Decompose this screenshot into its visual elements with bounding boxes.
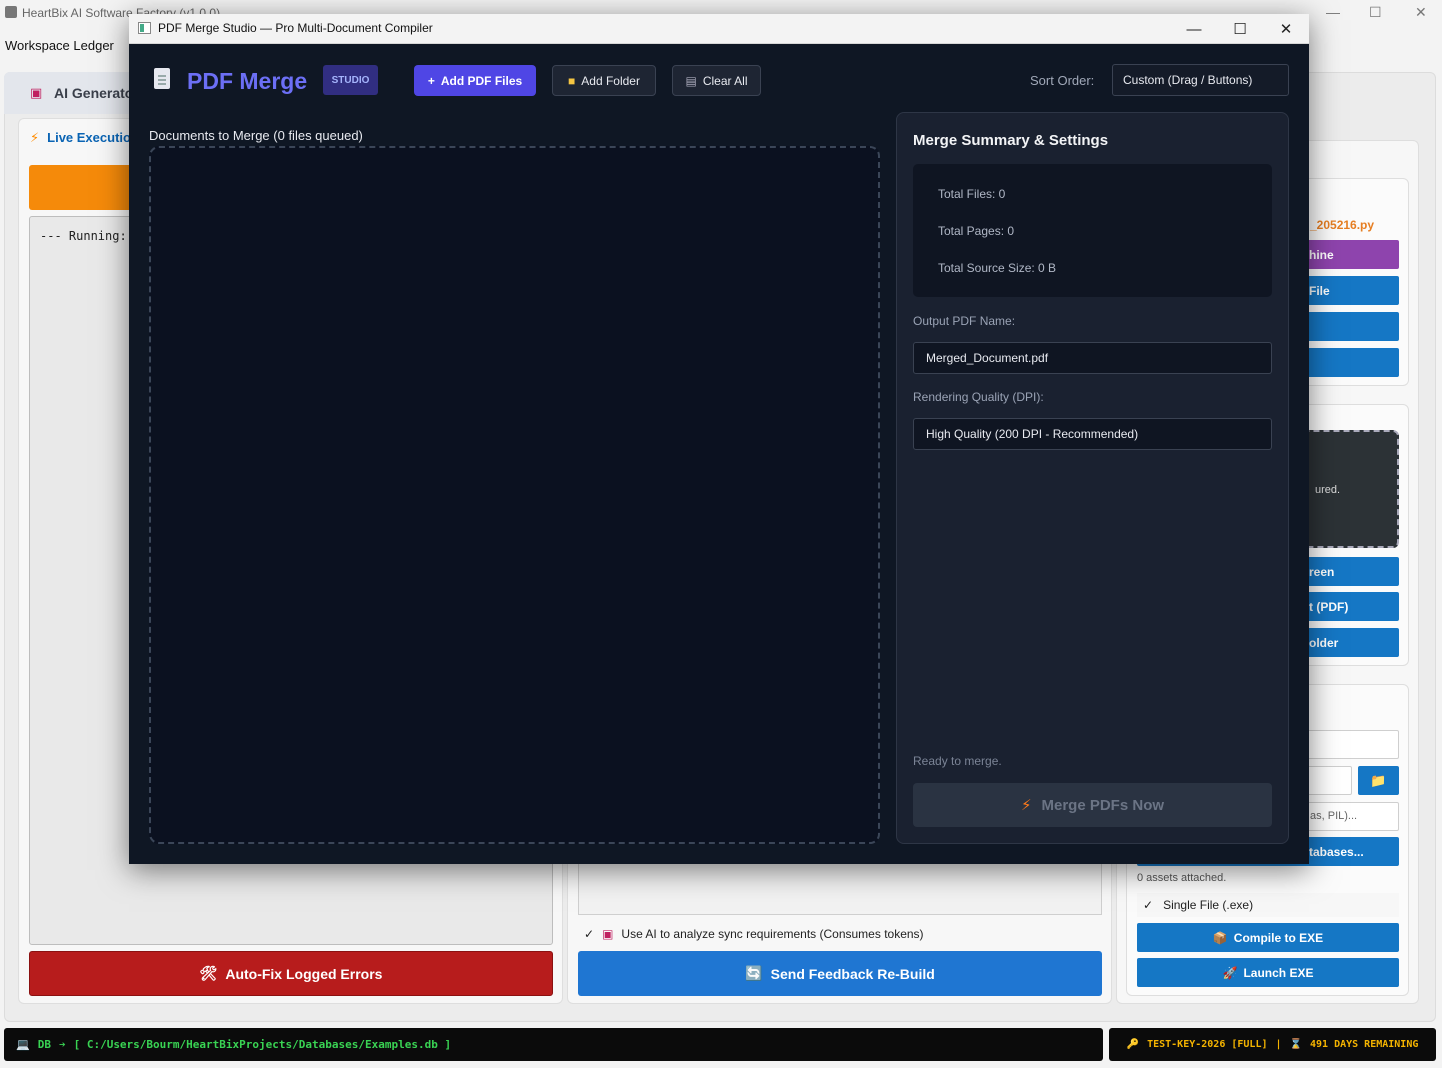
check-icon: ✓ xyxy=(584,927,595,941)
minimize-icon[interactable]: — xyxy=(1171,18,1217,40)
single-file-label: Single File (.exe) xyxy=(1163,898,1254,912)
add-folder-label: Add Folder xyxy=(581,73,640,88)
check-icon: ✓ xyxy=(1143,898,1154,912)
days-remaining: 491 DAYS REMAINING xyxy=(1309,1039,1419,1050)
compile-label: Compile to EXE xyxy=(1233,930,1324,945)
send-feedback-label: Send Feedback Re-Build xyxy=(770,965,935,982)
live-execution-text: Live Execution xyxy=(47,130,139,145)
studio-badge: STUDIO xyxy=(323,65,378,95)
bolt-icon: ⚡ xyxy=(30,130,40,145)
modal-titlebar: PDF Merge Studio — Pro Multi-Document Co… xyxy=(129,14,1309,44)
robot-icon: ▣ xyxy=(602,927,614,941)
assets-count: 0 assets attached. xyxy=(1137,872,1227,884)
db-path: [ C:/Users/Bourm/HeartBixProjects/Databa… xyxy=(73,1038,452,1051)
quality-label: Rendering Quality (DPI): xyxy=(913,390,1044,404)
feedback-textarea[interactable] xyxy=(578,863,1102,915)
send-feedback-button[interactable]: 🔄 Send Feedback Re-Build xyxy=(578,951,1102,996)
right-button-label: File xyxy=(1309,283,1330,298)
right-button-label: t (PDF) xyxy=(1309,599,1349,614)
drop-hint: ured. xyxy=(1315,484,1341,496)
pdf-merge-window: PDF Merge Studio — Pro Multi-Document Co… xyxy=(129,14,1309,864)
bg-minimize-icon[interactable]: — xyxy=(1326,4,1340,20)
packages-hint: as, PIL)... xyxy=(1310,810,1358,822)
license-status-bar: 🔑 TEST-KEY-2026 [FULL] | ⌛ 491 DAYS REMA… xyxy=(1109,1028,1436,1061)
documents-drop-zone[interactable] xyxy=(149,146,880,844)
bg-close-icon[interactable]: ✕ xyxy=(1415,4,1427,21)
refresh-icon: 🔄 xyxy=(745,965,763,981)
menu-workspace-ledger[interactable]: Workspace Ledger xyxy=(5,38,114,53)
hourglass-icon: ⌛ xyxy=(1289,1039,1302,1050)
tab-label: AI Generato xyxy=(54,85,134,101)
plus-icon: + xyxy=(427,73,435,88)
documents-queue-label: Documents to Merge (0 files queued) xyxy=(149,128,363,143)
sort-order-select[interactable]: Custom (Drag / Buttons) xyxy=(1112,64,1289,96)
app-logo: PDF Merge xyxy=(187,68,308,94)
folder-icon: ■ xyxy=(568,73,576,88)
window-icon xyxy=(138,22,151,34)
script-filename: _205216.py xyxy=(1310,218,1375,232)
app-icon xyxy=(5,6,17,18)
computer-icon: 💻 xyxy=(16,1038,30,1051)
summary-title: Merge Summary & Settings xyxy=(913,132,1109,149)
arrow-icon: ➔ xyxy=(58,1038,66,1051)
sort-order-label: Sort Order: xyxy=(1030,73,1095,88)
folder-icon: 📁 xyxy=(1370,772,1387,788)
db-status-bar: 💻 DB ➔ [ C:/Users/Bourm/HeartBixProjects… xyxy=(4,1028,1103,1061)
live-execution-label: ⚡ Live Execution xyxy=(30,130,139,146)
browse-folder-button[interactable]: 📁 xyxy=(1358,766,1399,795)
launch-exe-button[interactable]: 🚀 Launch EXE xyxy=(1137,958,1399,987)
quality-select[interactable]: High Quality (200 DPI - Recommended) xyxy=(913,418,1272,450)
tools-icon: 🛠 xyxy=(199,965,218,981)
robot-icon: ▣ xyxy=(30,85,43,100)
db-prefix: DB xyxy=(37,1038,51,1051)
right-button-label: tabases... xyxy=(1309,844,1364,859)
package-icon: 📦 xyxy=(1212,930,1228,945)
summary-stats-box: Total Files: 0 Total Pages: 0 Total Sour… xyxy=(913,164,1272,297)
compile-exe-button[interactable]: 📦 Compile to EXE xyxy=(1137,923,1399,952)
close-icon[interactable]: ✕ xyxy=(1263,18,1309,40)
license-key: TEST-KEY-2026 [FULL] xyxy=(1147,1039,1268,1050)
merge-status: Ready to merge. xyxy=(913,754,1002,768)
add-pdf-files-label: Add PDF Files xyxy=(440,73,523,88)
single-file-checkbox[interactable]: ✓ Single File (.exe) xyxy=(1137,893,1399,917)
maximize-icon[interactable]: ☐ xyxy=(1217,18,1263,40)
output-name-input[interactable]: Merged_Document.pdf xyxy=(913,342,1272,374)
right-button-label: hine xyxy=(1309,247,1334,262)
total-source-size: Total Source Size: 0 B xyxy=(938,261,1057,275)
document-icon xyxy=(154,68,170,89)
right-button-label: older xyxy=(1309,635,1339,650)
console-output: --- Running: xyxy=(40,229,127,243)
auto-fix-button[interactable]: 🛠 Auto-Fix Logged Errors xyxy=(29,951,553,996)
key-icon: 🔑 xyxy=(1126,1039,1140,1050)
trash-icon: ▤ xyxy=(685,73,697,88)
merge-pdfs-button[interactable]: ⚡ Merge PDFs Now xyxy=(913,783,1272,827)
output-name-label: Output PDF Name: xyxy=(913,314,1016,328)
merge-summary-panel: Merge Summary & Settings Total Files: 0 … xyxy=(896,112,1289,844)
add-pdf-files-button[interactable]: + Add PDF Files xyxy=(414,65,536,96)
merge-pdfs-label: Merge PDFs Now xyxy=(1041,796,1165,814)
modal-window-title: PDF Merge Studio — Pro Multi-Document Co… xyxy=(158,21,433,35)
clear-all-button[interactable]: ▤ Clear All xyxy=(672,65,761,96)
total-pages: Total Pages: 0 xyxy=(938,224,1015,238)
total-files: Total Files: 0 xyxy=(938,187,1006,201)
modal-body: PDF Merge STUDIO + Add PDF Files ■ Add F… xyxy=(129,44,1309,864)
auto-fix-label: Auto-Fix Logged Errors xyxy=(225,965,383,982)
bg-maximize-icon[interactable]: ☐ xyxy=(1369,4,1382,21)
separator: | xyxy=(1275,1039,1282,1050)
add-folder-button[interactable]: ■ Add Folder xyxy=(552,65,656,96)
use-ai-checkbox[interactable]: ✓ ▣ Use AI to analyze sync requirements … xyxy=(578,922,1102,946)
launch-label: Launch EXE xyxy=(1243,965,1314,980)
rocket-icon: 🚀 xyxy=(1222,965,1238,980)
bolt-icon: ⚡ xyxy=(1020,797,1032,814)
right-button-label: reen xyxy=(1309,564,1335,579)
use-ai-label: Use AI to analyze sync requirements (Con… xyxy=(621,927,924,941)
clear-all-label: Clear All xyxy=(702,73,748,88)
